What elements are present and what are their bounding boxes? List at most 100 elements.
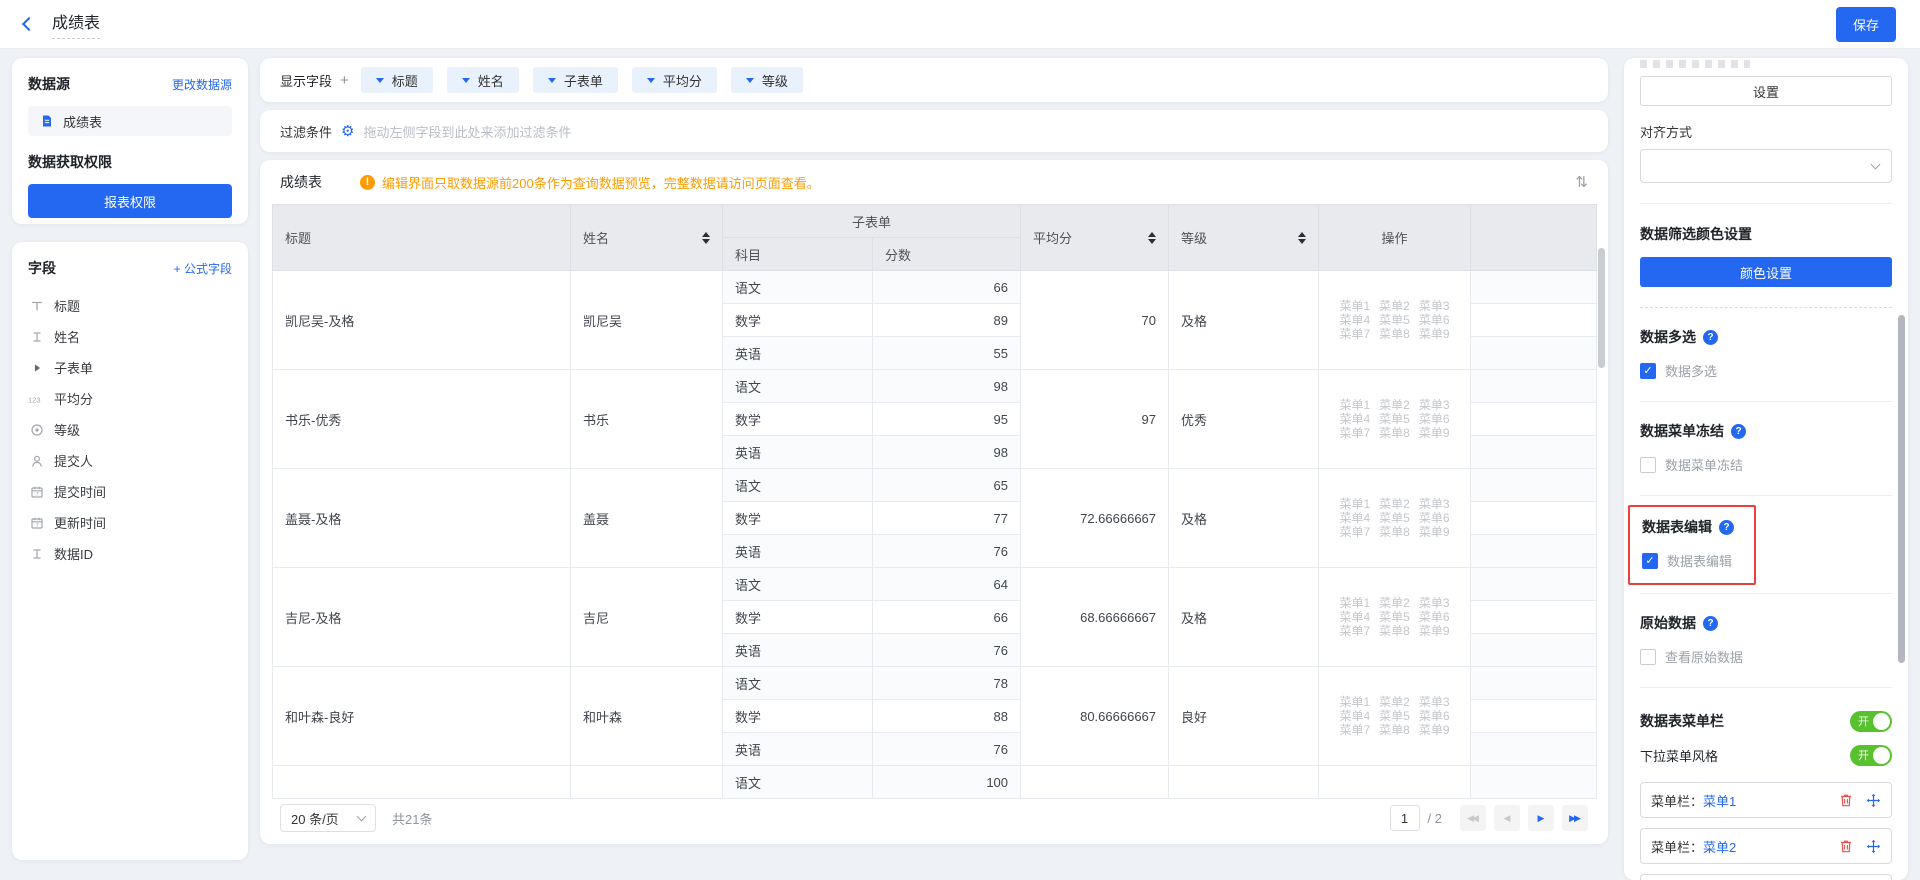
action-menu-link[interactable]: 菜单7 <box>1339 723 1370 737</box>
gear-icon[interactable]: ⚙ <box>341 122 354 140</box>
menu-item-link[interactable]: 菜单2 <box>1703 837 1736 856</box>
action-menu-link[interactable]: 菜单1 <box>1339 596 1370 610</box>
action-menu-link[interactable]: 菜单6 <box>1419 511 1450 525</box>
action-menu-link[interactable]: 菜单4 <box>1339 313 1370 327</box>
action-menu-link[interactable]: 菜单8 <box>1379 525 1410 539</box>
first-page-button[interactable]: ◀◀ <box>1460 805 1486 831</box>
action-menu-link[interactable]: 菜单7 <box>1339 624 1370 638</box>
action-menu-link[interactable]: 菜单3 <box>1419 695 1450 709</box>
action-menu-link[interactable]: 菜单5 <box>1379 610 1410 624</box>
action-menu-link[interactable]: 菜单6 <box>1419 610 1450 624</box>
action-menu-link[interactable]: 菜单9 <box>1419 327 1450 341</box>
action-menu-link[interactable]: 菜单8 <box>1379 624 1410 638</box>
action-menu-link[interactable]: 菜单4 <box>1339 709 1370 723</box>
sort-icon[interactable] <box>702 232 710 244</box>
save-button[interactable]: 保存 <box>1836 7 1896 42</box>
action-menu-link[interactable]: 菜单9 <box>1419 426 1450 440</box>
action-menu-link[interactable]: 菜单6 <box>1419 709 1450 723</box>
action-menu-link[interactable]: 菜单1 <box>1339 497 1370 511</box>
add-field-icon[interactable]: + <box>340 72 349 89</box>
action-menu-link[interactable]: 菜单9 <box>1419 624 1450 638</box>
checkbox[interactable]: ✓ <box>1640 363 1656 379</box>
field-item[interactable]: 数据ID <box>28 538 232 569</box>
checkbox[interactable]: ✓ <box>1642 553 1658 569</box>
action-menu-link[interactable]: 菜单4 <box>1339 610 1370 624</box>
field-item[interactable]: 标题 <box>28 290 232 321</box>
action-menu-link[interactable]: 菜单4 <box>1339 412 1370 426</box>
action-menu-link[interactable]: 菜单8 <box>1379 426 1410 440</box>
action-menu-link[interactable]: 菜单7 <box>1339 327 1370 341</box>
row-sort-icon[interactable]: ⇅ <box>1575 173 1588 191</box>
datasource-item[interactable]: 成绩表 <box>28 106 232 136</box>
report-permission-button[interactable]: 报表权限 <box>28 184 232 218</box>
field-item[interactable]: 等级 <box>28 414 232 445</box>
align-select[interactable] <box>1640 149 1892 183</box>
dropdown-style-toggle[interactable]: 开 <box>1850 745 1892 766</box>
display-field-tag[interactable]: 等级 <box>731 67 803 93</box>
field-item[interactable]: 子表单 <box>28 352 232 383</box>
action-menu-link[interactable]: 菜单6 <box>1419 313 1450 327</box>
action-menu-link[interactable]: 菜单6 <box>1419 412 1450 426</box>
table-scrollbar[interactable] <box>1598 248 1605 368</box>
trash-icon[interactable] <box>1839 793 1853 808</box>
action-menu-link[interactable]: 菜单5 <box>1379 412 1410 426</box>
action-menu-link[interactable]: 菜单2 <box>1379 596 1410 610</box>
settings-button[interactable]: 设置 <box>1640 76 1892 106</box>
field-item[interactable]: 姓名 <box>28 321 232 352</box>
help-icon[interactable]: ? <box>1703 616 1718 631</box>
field-item[interactable]: 7更新时间 <box>28 507 232 538</box>
checkbox[interactable] <box>1640 649 1656 665</box>
change-datasource-link[interactable]: 更改数据源 <box>172 76 232 93</box>
color-settings-button[interactable]: 颜色设置 <box>1640 257 1892 287</box>
action-menu-link[interactable]: 菜单7 <box>1339 426 1370 440</box>
action-menu-link[interactable]: 菜单1 <box>1339 398 1370 412</box>
sort-icon[interactable] <box>1298 232 1306 244</box>
action-menu-link[interactable]: 菜单2 <box>1379 299 1410 313</box>
move-icon[interactable] <box>1866 793 1881 808</box>
display-field-tag[interactable]: 标题 <box>361 67 433 93</box>
prev-page-button[interactable]: ◀ <box>1494 805 1520 831</box>
action-menu-link[interactable]: 菜单3 <box>1419 596 1450 610</box>
action-menu-link[interactable]: 菜单2 <box>1379 497 1410 511</box>
action-menu-link[interactable]: 菜单8 <box>1379 327 1410 341</box>
action-menu-link[interactable]: 菜单1 <box>1339 299 1370 313</box>
menu-item-link[interactable]: 菜单1 <box>1703 791 1736 810</box>
trash-icon[interactable] <box>1839 839 1853 854</box>
action-menu-link[interactable]: 菜单4 <box>1339 511 1370 525</box>
table-menubar-toggle[interactable]: 开 <box>1850 711 1892 732</box>
last-page-button[interactable]: ▶▶ <box>1562 805 1588 831</box>
display-field-tag[interactable]: 姓名 <box>447 67 519 93</box>
action-menu-link[interactable]: 菜单7 <box>1339 525 1370 539</box>
action-menu-link[interactable]: 菜单1 <box>1339 695 1370 709</box>
action-menu-link[interactable]: 菜单3 <box>1419 299 1450 313</box>
action-menu-link[interactable]: 菜单5 <box>1379 313 1410 327</box>
move-icon[interactable] <box>1866 839 1881 854</box>
help-icon[interactable]: ? <box>1719 520 1734 535</box>
help-icon[interactable]: ? <box>1703 330 1718 345</box>
display-field-tag[interactable]: 子表单 <box>533 67 618 93</box>
menu-bar-item[interactable]: 菜单栏：菜单2 <box>1640 828 1892 864</box>
action-menu-link[interactable]: 菜单9 <box>1419 525 1450 539</box>
menu-bar-item[interactable]: 菜单栏：菜单3 <box>1640 874 1892 880</box>
action-menu-link[interactable]: 菜单9 <box>1419 723 1450 737</box>
display-field-tag[interactable]: 平均分 <box>632 67 717 93</box>
help-icon[interactable]: ? <box>1731 424 1746 439</box>
action-menu-link[interactable]: 菜单2 <box>1379 695 1410 709</box>
field-item[interactable]: 提交人 <box>28 445 232 476</box>
action-menu-link[interactable]: 菜单2 <box>1379 398 1410 412</box>
checkbox[interactable] <box>1640 457 1656 473</box>
menu-bar-item[interactable]: 菜单栏：菜单1 <box>1640 782 1892 818</box>
panel-scrollbar[interactable] <box>1898 315 1905 663</box>
action-menu-link[interactable]: 菜单8 <box>1379 723 1410 737</box>
field-item[interactable]: 7提交时间 <box>28 476 232 507</box>
back-icon[interactable] <box>22 17 36 31</box>
field-item[interactable]: 123平均分 <box>28 383 232 414</box>
add-formula-field-link[interactable]: + 公式字段 <box>174 260 232 277</box>
page-number-input[interactable]: 1 <box>1390 805 1420 831</box>
action-menu-link[interactable]: 菜单3 <box>1419 497 1450 511</box>
action-menu-link[interactable]: 菜单5 <box>1379 709 1410 723</box>
next-page-button[interactable]: ▶ <box>1528 805 1554 831</box>
action-menu-link[interactable]: 菜单5 <box>1379 511 1410 525</box>
action-menu-link[interactable]: 菜单3 <box>1419 398 1450 412</box>
sort-icon[interactable] <box>1148 232 1156 244</box>
